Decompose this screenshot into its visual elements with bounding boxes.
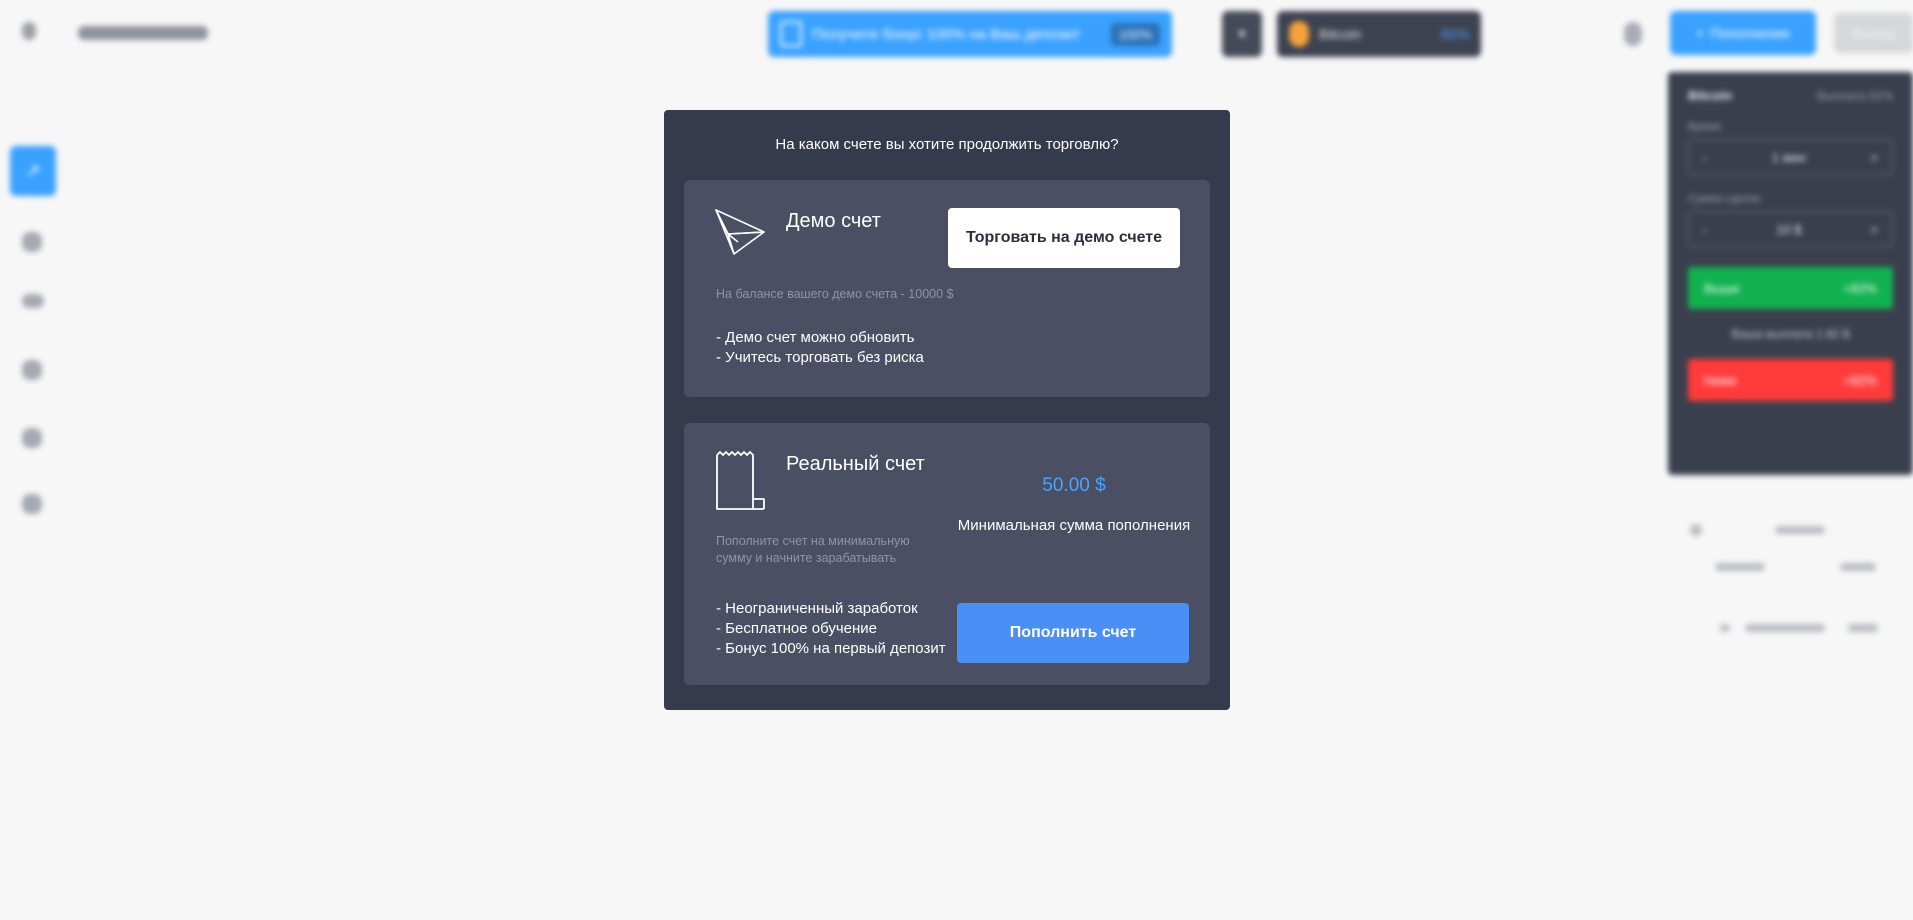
time-label: Время [1688, 121, 1722, 133]
asset-selector[interactable]: Bitcoin 82% [1277, 11, 1481, 57]
time-stepper[interactable]: - 1 мин + [1688, 139, 1893, 175]
trades-hint [1775, 526, 1825, 534]
deposit-account-button[interactable]: Пополнить счет [957, 603, 1189, 663]
sidebar-settings-icon[interactable] [22, 428, 42, 448]
bonus-promo-banner[interactable]: Получите бонус 100% на Ваш депозит 100% [768, 11, 1172, 57]
gift-icon [780, 21, 802, 47]
demo-heading: Демо счет [786, 210, 881, 232]
trades-hint [1840, 563, 1876, 571]
account-choice-modal: На каком счете вы хотите продолжить торг… [664, 110, 1230, 710]
user-icon[interactable] [1624, 22, 1642, 46]
trades-hint [1720, 624, 1730, 632]
up-pct: +82% [1843, 280, 1877, 296]
amount-label: Сумма сделки [1688, 193, 1761, 205]
sidebar-calendar-icon[interactable] [22, 494, 42, 514]
account-dropdown-button[interactable]: ▾ [1222, 11, 1262, 57]
demo-bullet: - Учитесь торговать без риска [716, 349, 924, 366]
receipt-icon [716, 451, 765, 510]
chevron-down-icon: ▾ [1237, 26, 1247, 43]
time-plus-button[interactable]: + [1870, 150, 1878, 165]
min-deposit-label: Минимальная сумма пополнения [957, 517, 1191, 534]
plus-icon: + [1695, 25, 1705, 41]
demo-bullet: - Демо счет можно обновить [716, 329, 915, 346]
real-bullet: - Бонус 100% на первый депозит [716, 640, 946, 657]
sidebar-trade-button[interactable]: ↗ [10, 146, 56, 196]
payout-line: Ваша выплата 1.82 $ [1731, 327, 1850, 341]
real-description-line: сумму и начните зарабатывать [716, 551, 897, 565]
real-account-card: Реальный счет 50.00 $ Минимальная сумма … [684, 423, 1210, 685]
exit-label: Выход [1852, 25, 1895, 41]
trades-hint [1848, 624, 1878, 632]
chart-icon: ↗ [25, 160, 41, 181]
real-heading: Реальный счет [786, 453, 925, 475]
brand-logo [78, 26, 208, 40]
asset-name: Bitcoin [1319, 26, 1362, 42]
promo-label: Получите бонус 100% на Ваш депозит [812, 25, 1081, 43]
demo-account-card: Демо счет Торговать на демо счете На бал… [684, 180, 1210, 397]
up-label: Выше [1704, 280, 1740, 296]
logo-icon [22, 22, 36, 40]
bitcoin-icon [1289, 21, 1309, 47]
sidebar-chat-icon[interactable] [22, 294, 44, 308]
sidebar-drop-icon[interactable] [22, 232, 42, 252]
deposit-label: Пополнение [1710, 25, 1791, 41]
trades-icon [1690, 524, 1702, 536]
real-bullets: - Неограниченный заработок - Бесплатное … [716, 599, 946, 659]
amount-minus-button[interactable]: - [1703, 222, 1707, 237]
trade-demo-button[interactable]: Торговать на демо счете [948, 208, 1180, 268]
amount-plus-button[interactable]: + [1870, 222, 1878, 237]
time-value: 1 мин [1771, 149, 1806, 165]
demo-bullets: - Демо счет можно обновить - Учитесь тор… [716, 328, 924, 368]
exit-button[interactable]: Выход [1834, 13, 1913, 53]
real-description: Пополните счет на минимальную сумму и на… [716, 533, 910, 567]
modal-title: На каком счете вы хотите продолжить торг… [775, 136, 1119, 153]
amount-value: 10 $ [1776, 221, 1802, 237]
min-deposit-amount: 50.00 $ [1042, 475, 1106, 496]
time-minus-button[interactable]: - [1703, 150, 1707, 165]
down-button[interactable]: Ниже +82% [1688, 359, 1893, 401]
demo-balance: На балансе вашего демо счета - 10000 $ [716, 287, 954, 301]
deposit-button[interactable]: + Пополнение [1670, 11, 1816, 55]
amount-stepper[interactable]: - 10 $ + [1688, 211, 1893, 247]
trades-hint [1715, 563, 1765, 571]
paper-plane-icon [715, 209, 765, 255]
trade-asset: Bitcoin [1688, 88, 1733, 103]
up-button[interactable]: Выше +82% [1688, 267, 1893, 309]
trade-panel: Bitcoin Выплата 82% Время - 1 мин + Сумм… [1668, 72, 1913, 475]
real-bullet: - Бесплатное обучение [716, 620, 878, 637]
promo-badge: 100% [1110, 22, 1160, 46]
trade-payout: Выплата 82% [1817, 88, 1893, 103]
asset-payout: 82% [1440, 26, 1469, 42]
real-bullet: - Неограниченный заработок [716, 600, 918, 617]
real-description-line: Пополните счет на минимальную [716, 534, 910, 548]
down-label: Ниже [1704, 372, 1737, 388]
down-pct: +82% [1843, 372, 1877, 388]
sidebar-help-icon[interactable] [22, 360, 42, 380]
trades-hint [1745, 624, 1825, 632]
